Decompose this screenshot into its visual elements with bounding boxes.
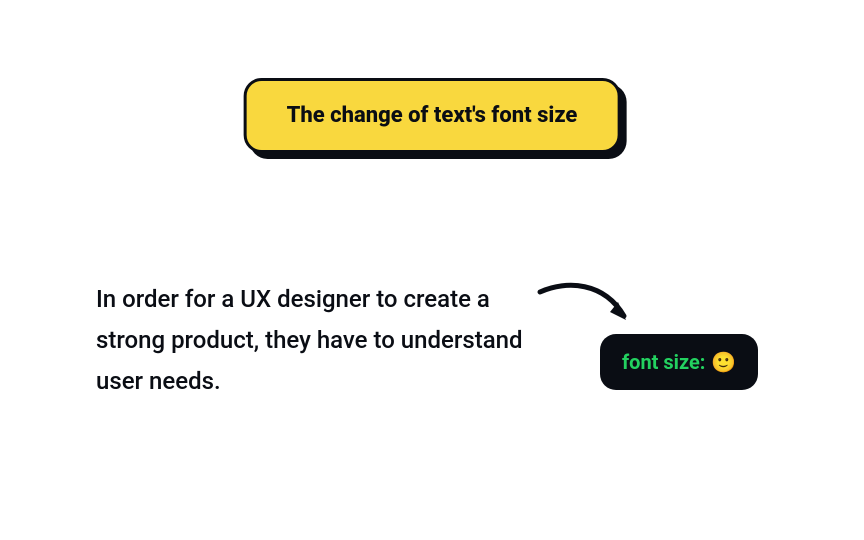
arrow-icon	[532, 274, 642, 334]
font-size-callout: font size: 🙂	[600, 334, 758, 390]
body-paragraph: In order for a UX designer to create a s…	[96, 279, 526, 401]
title-text: The change of text's font size	[287, 103, 578, 128]
smile-emoji-icon: 🙂	[711, 350, 736, 374]
title-box: The change of text's font size	[244, 78, 621, 153]
callout-label: font size:	[622, 350, 705, 374]
